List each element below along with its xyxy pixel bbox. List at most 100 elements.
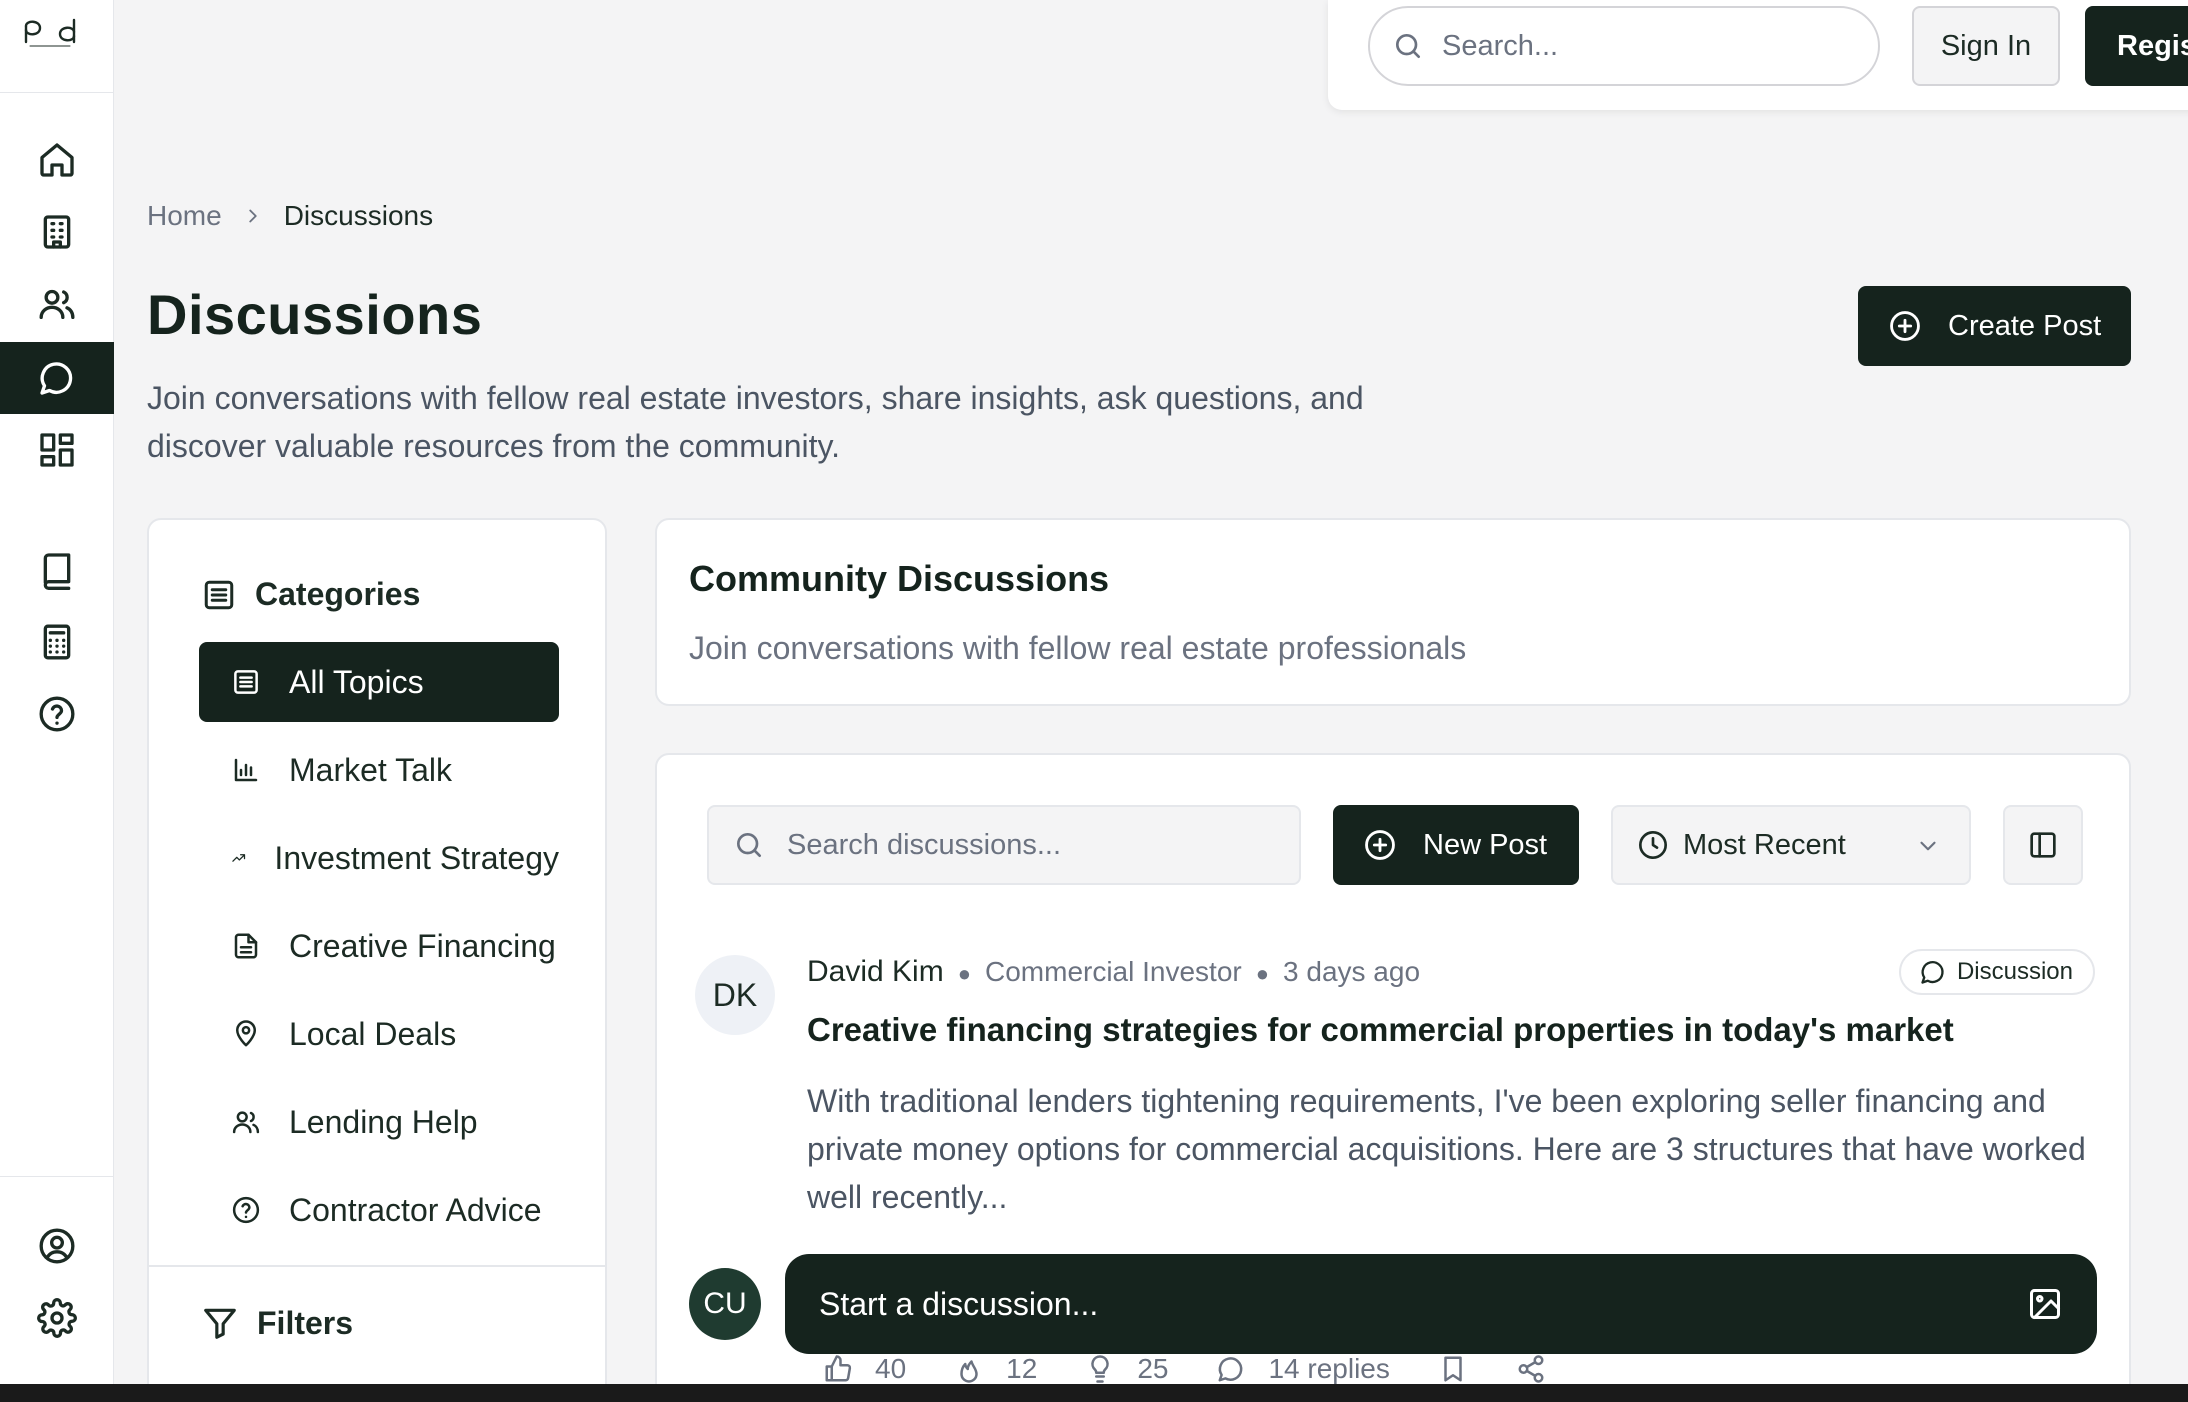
sidebar-toggle-button[interactable]	[2003, 805, 2083, 885]
message-icon	[1921, 961, 1944, 984]
category-label: Lending Help	[289, 1103, 478, 1140]
nav-network[interactable]	[0, 268, 114, 340]
filters-heading-label: Filters	[257, 1304, 354, 1341]
nav-dashboard[interactable]	[0, 414, 114, 486]
panel-left-icon	[2030, 832, 2056, 858]
categories-heading-label: Categories	[255, 576, 421, 612]
global-search-placeholder: Search...	[1442, 29, 1559, 62]
plus-circle-icon	[1365, 830, 1395, 860]
search-icon	[1396, 34, 1420, 58]
list-icon	[234, 670, 258, 694]
discussion-search-input[interactable]: Search discussions...	[707, 805, 1301, 885]
post-author-role: Commercial Investor	[985, 956, 1242, 987]
category-creative-financing[interactable]: Creative Financing	[199, 906, 559, 986]
nav-home[interactable]	[0, 124, 114, 196]
category-local-deals[interactable]: Local Deals	[199, 994, 559, 1074]
filters-heading[interactable]: Filters	[201, 1304, 353, 1342]
image-icon[interactable]	[2027, 1286, 2063, 1322]
calculator-icon	[43, 624, 71, 660]
sign-in-button[interactable]: Sign In	[1912, 6, 2060, 86]
create-post-button[interactable]: Create Post	[1858, 286, 2131, 366]
share-icon	[1518, 1355, 1544, 1383]
settings-icon	[37, 1298, 77, 1338]
categories-panel: Categories All Topics Market Talk Invest…	[147, 518, 607, 1402]
nav-help[interactable]	[0, 678, 114, 750]
start-discussion-input[interactable]: Start a discussion...	[785, 1254, 2097, 1354]
page-title: Discussions	[147, 283, 483, 346]
category-contractor-advice[interactable]: Contractor Advice	[199, 1170, 559, 1250]
nav-settings[interactable]	[0, 1282, 114, 1354]
like-button[interactable]: 40	[823, 1353, 906, 1385]
new-post-button[interactable]: New Post	[1333, 805, 1579, 885]
message-icon	[40, 362, 73, 395]
breadcrumb-home-link[interactable]: Home	[147, 200, 222, 232]
trending-up-icon	[232, 854, 246, 862]
category-lending-help[interactable]: Lending Help	[199, 1082, 559, 1162]
top-bar: Search... Sign In Regist	[1328, 0, 2188, 110]
composer-placeholder: Start a discussion...	[819, 1285, 1099, 1322]
fire-button[interactable]: 12	[954, 1353, 1037, 1385]
search-icon	[737, 833, 761, 857]
filter-icon	[204, 1308, 236, 1339]
bottom-bar	[0, 1384, 2188, 1402]
left-sidebar	[0, 0, 114, 1402]
idea-count: 25	[1137, 1353, 1169, 1384]
share-button[interactable]	[1516, 1354, 1546, 1384]
discussion-search-placeholder: Search discussions...	[787, 828, 1062, 861]
chevron-right-icon	[249, 209, 257, 223]
create-post-label: Create Post	[1948, 309, 2102, 342]
replies-button[interactable]: 14 replies	[1216, 1353, 1390, 1385]
post-meta: David Kim ● Commercial Investor ● 3 days…	[807, 955, 1420, 989]
lightbulb-icon	[1091, 1355, 1110, 1383]
post-author[interactable]: David Kim	[807, 955, 944, 989]
like-count: 40	[875, 1353, 907, 1384]
category-label: All Topics	[289, 663, 424, 700]
post-body: With traditional lenders tightening requ…	[807, 1083, 2086, 1215]
avatar[interactable]: DK	[695, 955, 775, 1035]
category-investment-strategy[interactable]: Investment Strategy	[199, 818, 559, 898]
global-search-input[interactable]: Search...	[1368, 6, 1880, 86]
bookmark-icon	[1444, 1356, 1462, 1382]
nav-profile[interactable]	[0, 1210, 114, 1282]
logo[interactable]	[22, 16, 78, 56]
dashboard-icon	[40, 433, 74, 467]
users-icon	[39, 289, 75, 319]
post-type-badge: Discussion	[1898, 949, 2095, 995]
post-title[interactable]: Creative financing strategies for commer…	[807, 1011, 1954, 1049]
chevron-down-icon	[1920, 841, 1936, 851]
nav-discussions[interactable]	[0, 342, 114, 414]
user-circle-icon	[39, 1228, 75, 1264]
flame-icon	[960, 1360, 978, 1383]
category-market-talk[interactable]: Market Talk	[199, 730, 559, 810]
bookmark-button[interactable]	[1438, 1354, 1468, 1384]
community-title: Community Discussions	[689, 558, 1110, 599]
nav-library[interactable]	[0, 534, 114, 606]
nav-calculator[interactable]	[0, 606, 114, 678]
home-icon	[40, 143, 74, 177]
help-circle-icon	[232, 1196, 260, 1224]
list-icon	[204, 580, 234, 609]
breadcrumb-current: Discussions	[283, 200, 434, 231]
category-label: Market Talk	[289, 751, 453, 788]
category-label: Investment Strategy	[274, 839, 559, 876]
new-post-label: New Post	[1423, 828, 1548, 861]
message-icon	[1218, 1357, 1243, 1382]
book-icon	[43, 553, 71, 590]
nav-properties[interactable]	[0, 196, 114, 268]
category-all-topics[interactable]: All Topics	[199, 642, 559, 722]
idea-button[interactable]: 25	[1085, 1353, 1168, 1385]
plus-circle-icon	[1890, 311, 1920, 341]
categories-heading: Categories	[201, 576, 420, 613]
users-icon	[232, 1111, 260, 1134]
badge-label: Discussion	[1956, 958, 2073, 985]
breadcrumb: Home Discussions	[147, 200, 433, 232]
category-label: Contractor Advice	[289, 1191, 542, 1228]
clock-icon	[1639, 831, 1667, 859]
category-label: Creative Financing	[289, 927, 556, 964]
file-text-icon	[234, 933, 258, 959]
sort-dropdown[interactable]: Most Recent	[1611, 805, 1971, 885]
register-button[interactable]: Regist	[2085, 6, 2188, 86]
community-header-card: Community Discussions Join conversations…	[655, 518, 2131, 706]
post-actions: 40 12 25 14 replies	[823, 1353, 1594, 1385]
current-user-avatar[interactable]: CU	[689, 1268, 761, 1340]
